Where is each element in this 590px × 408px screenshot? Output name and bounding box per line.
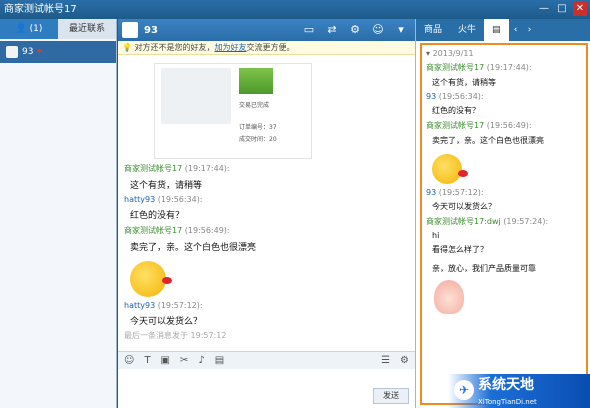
send-button[interactable]: 发送: [373, 388, 409, 404]
message: 商家测试帐号17 (19:17:44): 这个有货，请稍等: [124, 164, 230, 191]
chat-header: 93 ▭ ⇄ ⚙ ☺ ▾: [118, 19, 415, 41]
title-bar: 商家测试帐号17 — □ ✕: [0, 0, 590, 19]
history-message: 93 (19:57:12): 今天可以发货么？: [426, 188, 496, 211]
contact-name: 93: [22, 47, 34, 57]
history-message: 商家测试帐号17:dwj (19:57:24): hi 看得怎么样了？ 亲，放心…: [426, 216, 582, 314]
tab-products[interactable]: 商品: [416, 19, 450, 41]
message-list: 交易已完成 订单编号：37 成交时间：20 商家测试帐号17 (19:17:44…: [118, 55, 415, 351]
history-message: 93 (19:56:34): 红色的没有？: [426, 92, 484, 115]
chat-history: ▾ 2013/9/11 商家测试帐号17 (19:17:44): 这个有货，请稍…: [420, 43, 588, 405]
transfer-icon[interactable]: ⇄: [324, 22, 340, 38]
image-icon[interactable]: ▣: [161, 355, 170, 366]
font-icon[interactable]: T: [144, 355, 150, 366]
person-icon: 👤: [15, 24, 27, 34]
avatar: [6, 46, 18, 58]
file-icon[interactable]: ▤: [215, 355, 224, 366]
chevron-right-icon[interactable]: ›: [523, 19, 537, 41]
avatar: [122, 22, 138, 38]
input-toolbar: ☺ T ▣ ✂ ♪ ▤ ☰ ⚙: [118, 351, 415, 369]
history-message: 商家测试帐号17 (19:17:44): 这个有货，请稍等: [426, 63, 532, 87]
friend-notice: 💡 对方还不是您的好友，加为好友交流更方便。: [118, 41, 415, 55]
message: hatty93 (19:57:12): 今天可以发货么？ 最后一条消息发于 19…: [124, 301, 409, 341]
voice-icon[interactable]: ♪: [198, 355, 204, 366]
emoticon-icon: [432, 154, 468, 184]
tab-huoniu[interactable]: 火牛: [450, 19, 484, 41]
chat-window: 93 ▭ ⇄ ⚙ ☺ ▾ 💡 对方还不是您的好友，加为好友交流更方便。 交易已完…: [118, 19, 415, 408]
screenshot-icon[interactable]: ✂: [180, 355, 188, 366]
contact-item[interactable]: 93 ✦: [0, 41, 116, 63]
minimize-button[interactable]: —: [537, 2, 551, 16]
window-icon[interactable]: ▭: [301, 22, 317, 38]
settings-icon[interactable]: ⚙: [400, 355, 409, 366]
window-title: 商家测试帐号17: [4, 4, 77, 15]
tab-recent[interactable]: 最近联系: [58, 19, 116, 39]
tab-history[interactable]: ▤: [484, 19, 509, 41]
emoji-icon[interactable]: ☺: [124, 355, 134, 366]
history-message: 商家测试帐号17 (19:56:49): 卖完了，亲。这个白色也很漂亮: [426, 120, 582, 184]
message: hatty93 (19:56:34): 红色的没有？: [124, 195, 203, 221]
thumbnail: [161, 68, 231, 124]
product-image: [239, 68, 273, 94]
collapse-icon: ▾: [426, 49, 431, 58]
people-icon[interactable]: ☺: [370, 22, 386, 38]
history-date: ▾ 2013/9/11: [426, 49, 474, 58]
tools-icon[interactable]: ⚙: [347, 22, 363, 38]
tab-contacts[interactable]: 👤 (1): [0, 19, 58, 39]
message-input[interactable]: 发送: [118, 369, 415, 408]
last-message-note: 最后一条消息发于 19:57:12: [124, 331, 227, 340]
side-panel: 商品 火牛 ▤ ‹ › ▾ 2013/9/11 商家测试帐号17 (19:17:…: [415, 19, 590, 408]
logo-icon: ✈: [454, 380, 474, 400]
maximize-button[interactable]: □: [555, 2, 569, 16]
emoticon-icon: [130, 261, 172, 297]
watermark: ✈ 系统天地 XiTongTianDi.net: [448, 374, 590, 408]
bulb-icon: 💡: [122, 43, 132, 52]
chevron-left-icon[interactable]: ‹: [509, 19, 523, 41]
message: 商家测试帐号17 (19:56:49): 卖完了，亲。这个白色也很漂亮: [124, 225, 409, 297]
add-friend-link[interactable]: 加为好友: [215, 43, 247, 52]
contact-panel: 👤 (1) 最近联系 93 ✦: [0, 19, 117, 408]
close-button[interactable]: ✕: [573, 2, 587, 16]
chat-contact-name: 93: [144, 24, 158, 36]
more-icon[interactable]: ▾: [393, 22, 409, 38]
emoticon-icon: [434, 280, 464, 314]
badge-icon: ✦: [35, 47, 43, 57]
history-icon[interactable]: ☰: [381, 355, 390, 366]
order-card[interactable]: 交易已完成 订单编号：37 成交时间：20: [154, 63, 312, 159]
